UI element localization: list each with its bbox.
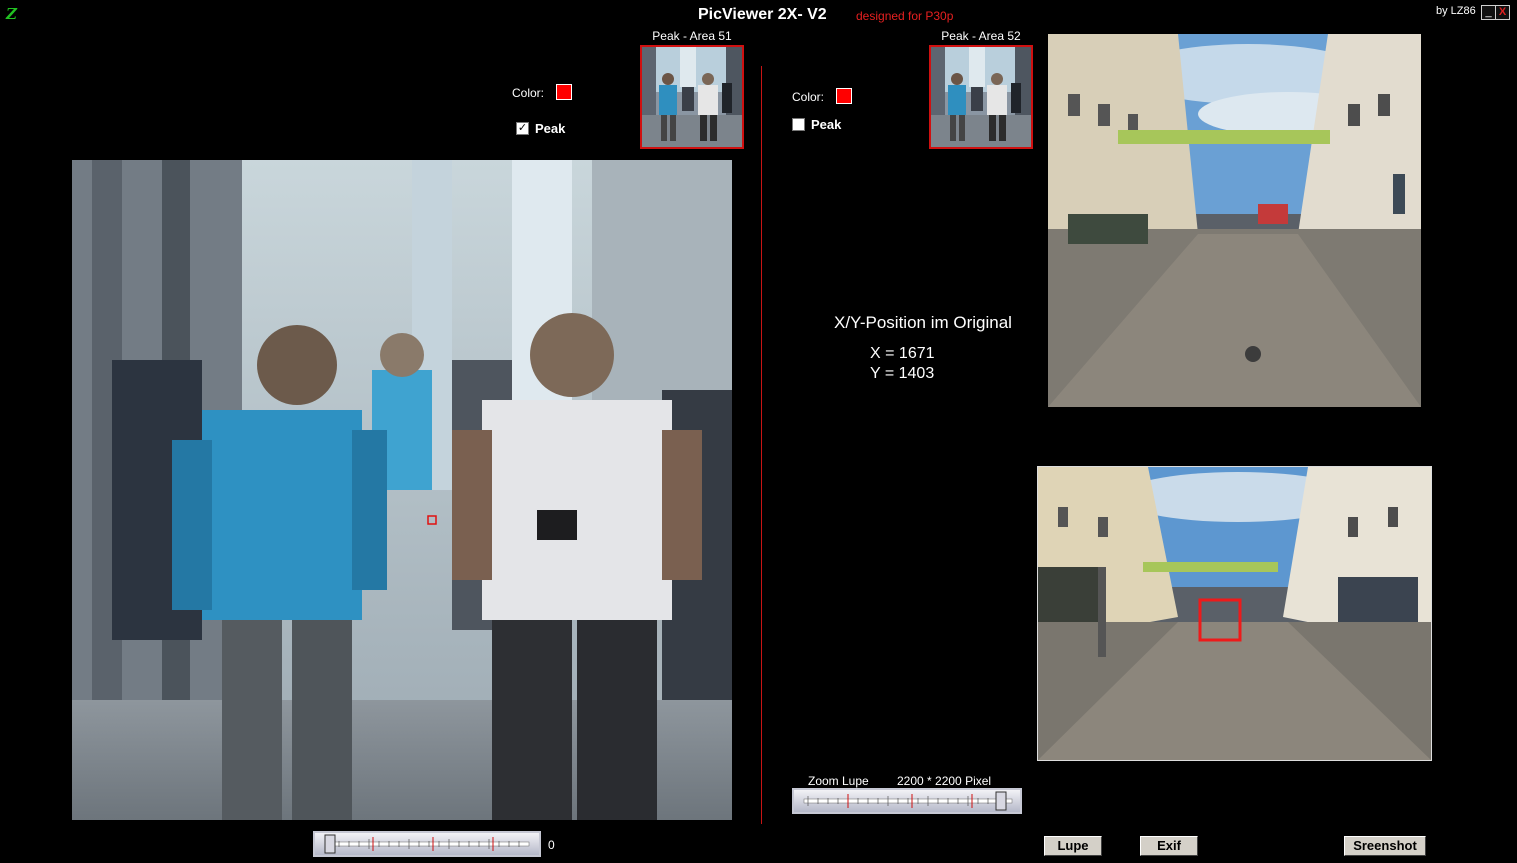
author-label: by LZ86 (1436, 5, 1476, 17)
x-position-row: X = 1671 (870, 345, 935, 363)
y-position-row: Y = 1403 (870, 365, 934, 383)
checkbox-empty-icon (792, 118, 805, 131)
peak-area-51-image (642, 47, 742, 147)
zoom-view[interactable] (72, 160, 732, 820)
zoom-slider-track (803, 791, 1013, 811)
app-icon: Z (6, 5, 17, 23)
peak-area-52-thumbnail[interactable] (929, 45, 1033, 149)
peak-area-51-title: Peak - Area 51 (652, 29, 732, 43)
color-swatch-right[interactable] (836, 88, 852, 104)
designed-for-label: designed for P30p (856, 9, 954, 23)
zoomed-image (72, 160, 732, 820)
position-slider-track (324, 834, 530, 854)
street-photo-bottom (1038, 467, 1431, 760)
exif-button[interactable]: Exif (1140, 836, 1198, 856)
app-title: PicViewer 2X- V2 (698, 6, 827, 23)
color-label-right: Color: (792, 90, 825, 104)
zoom-label: Zoom Lupe (808, 774, 869, 788)
close-button[interactable]: X (1495, 5, 1510, 20)
color-swatch-left[interactable] (556, 84, 572, 100)
original-preview-top[interactable] (1048, 34, 1421, 407)
x-value: 1671 (898, 345, 935, 362)
original-preview-bottom[interactable] (1037, 466, 1432, 761)
peak-label-left: Peak (535, 121, 566, 136)
position-slider-value: 0 (548, 838, 555, 852)
peak-area-52-title: Peak - Area 52 (941, 29, 1021, 43)
minimize-button[interactable]: _ (1481, 5, 1496, 20)
position-title: X/Y-Position im Original (834, 313, 1012, 332)
peak-checkbox-right[interactable]: Peak (792, 117, 841, 132)
zoom-size-label: 2200 * 2200 Pixel (897, 774, 992, 788)
screenshot-button[interactable]: Sreenshot (1344, 836, 1426, 856)
street-photo-top (1048, 34, 1421, 407)
checkmark-icon: ✓ (516, 122, 529, 135)
y-value: 1403 (898, 365, 935, 382)
lupe-button[interactable]: Lupe (1044, 836, 1102, 856)
color-label-left: Color: (512, 86, 545, 100)
peak-area-52-image (931, 47, 1031, 147)
peak-area-51-thumbnail[interactable] (640, 45, 744, 149)
x-label: X = (870, 345, 895, 362)
position-slider[interactable] (313, 831, 541, 857)
peak-checkbox-left[interactable]: ✓ Peak (516, 121, 565, 136)
divider-line (761, 66, 762, 824)
peak-label-right: Peak (811, 117, 842, 132)
y-label: Y = (870, 365, 895, 382)
zoom-slider[interactable] (792, 788, 1022, 814)
